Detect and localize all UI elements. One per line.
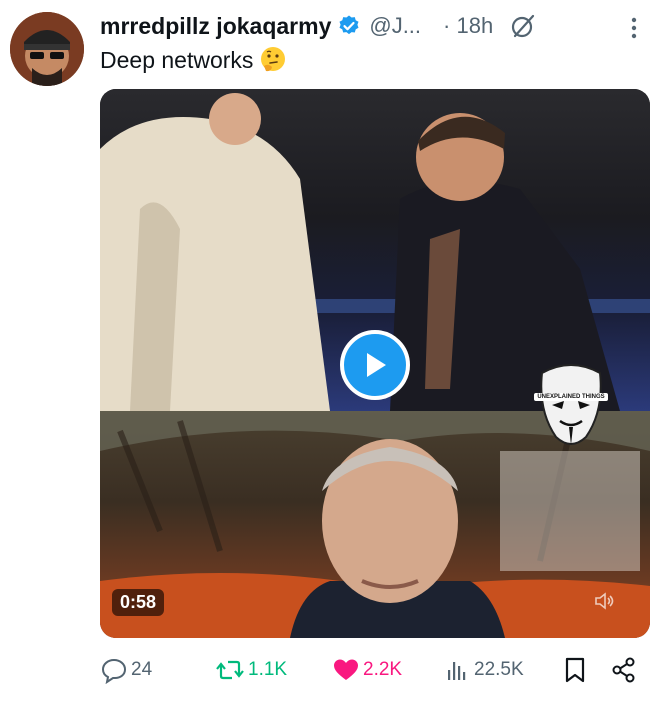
tweet-text: Deep networks	[100, 46, 287, 74]
play-button[interactable]	[340, 330, 410, 400]
anonymous-mask-logo-icon	[536, 361, 606, 453]
avatar[interactable]	[10, 12, 84, 86]
grok-icon[interactable]	[509, 12, 537, 40]
like-button[interactable]: 2.2K	[332, 655, 402, 685]
action-bar: 24 1.1K 2.2K 22.5K	[100, 655, 645, 685]
repost-count: 1.1K	[248, 659, 288, 680]
tweet-header: mrredpillz jokaqarmy @J... · 18h	[100, 10, 537, 42]
tweet-card[interactable]: mrredpillz jokaqarmy @J... · 18h Deep ne…	[0, 0, 663, 715]
like-count: 2.2K	[363, 659, 403, 680]
share-button[interactable]	[610, 655, 638, 685]
heart-icon	[334, 659, 358, 680]
views-button[interactable]: 22.5K	[445, 655, 524, 685]
bookmark-button[interactable]	[562, 655, 588, 685]
views-chart-icon	[448, 662, 466, 680]
reply-button[interactable]: 24	[100, 655, 152, 685]
user-handle[interactable]: @J...	[369, 13, 421, 39]
verified-badge-icon	[337, 14, 361, 38]
view-count: 22.5K	[474, 659, 524, 680]
share-icon	[612, 657, 635, 683]
timestamp[interactable]: · 18h	[443, 13, 493, 39]
video-duration: 0:58	[112, 589, 165, 616]
watermark-label: UNEXPLAINED THINGS	[534, 393, 608, 401]
mute-icon[interactable]	[593, 589, 617, 613]
reply-count: 24	[131, 659, 153, 680]
repost-button[interactable]: 1.1K	[215, 655, 287, 685]
thinking-face-icon	[259, 46, 287, 74]
repost-icon	[216, 660, 244, 680]
bookmark-icon	[565, 657, 585, 683]
reply-icon	[101, 658, 127, 684]
more-options-icon[interactable]	[626, 14, 642, 42]
display-name[interactable]: mrredpillz jokaqarmy	[100, 13, 331, 40]
tweet-body: Deep networks	[100, 46, 254, 73]
play-icon	[367, 353, 386, 377]
video-player[interactable]: UNEXPLAINED THINGS 0:58	[100, 89, 650, 638]
